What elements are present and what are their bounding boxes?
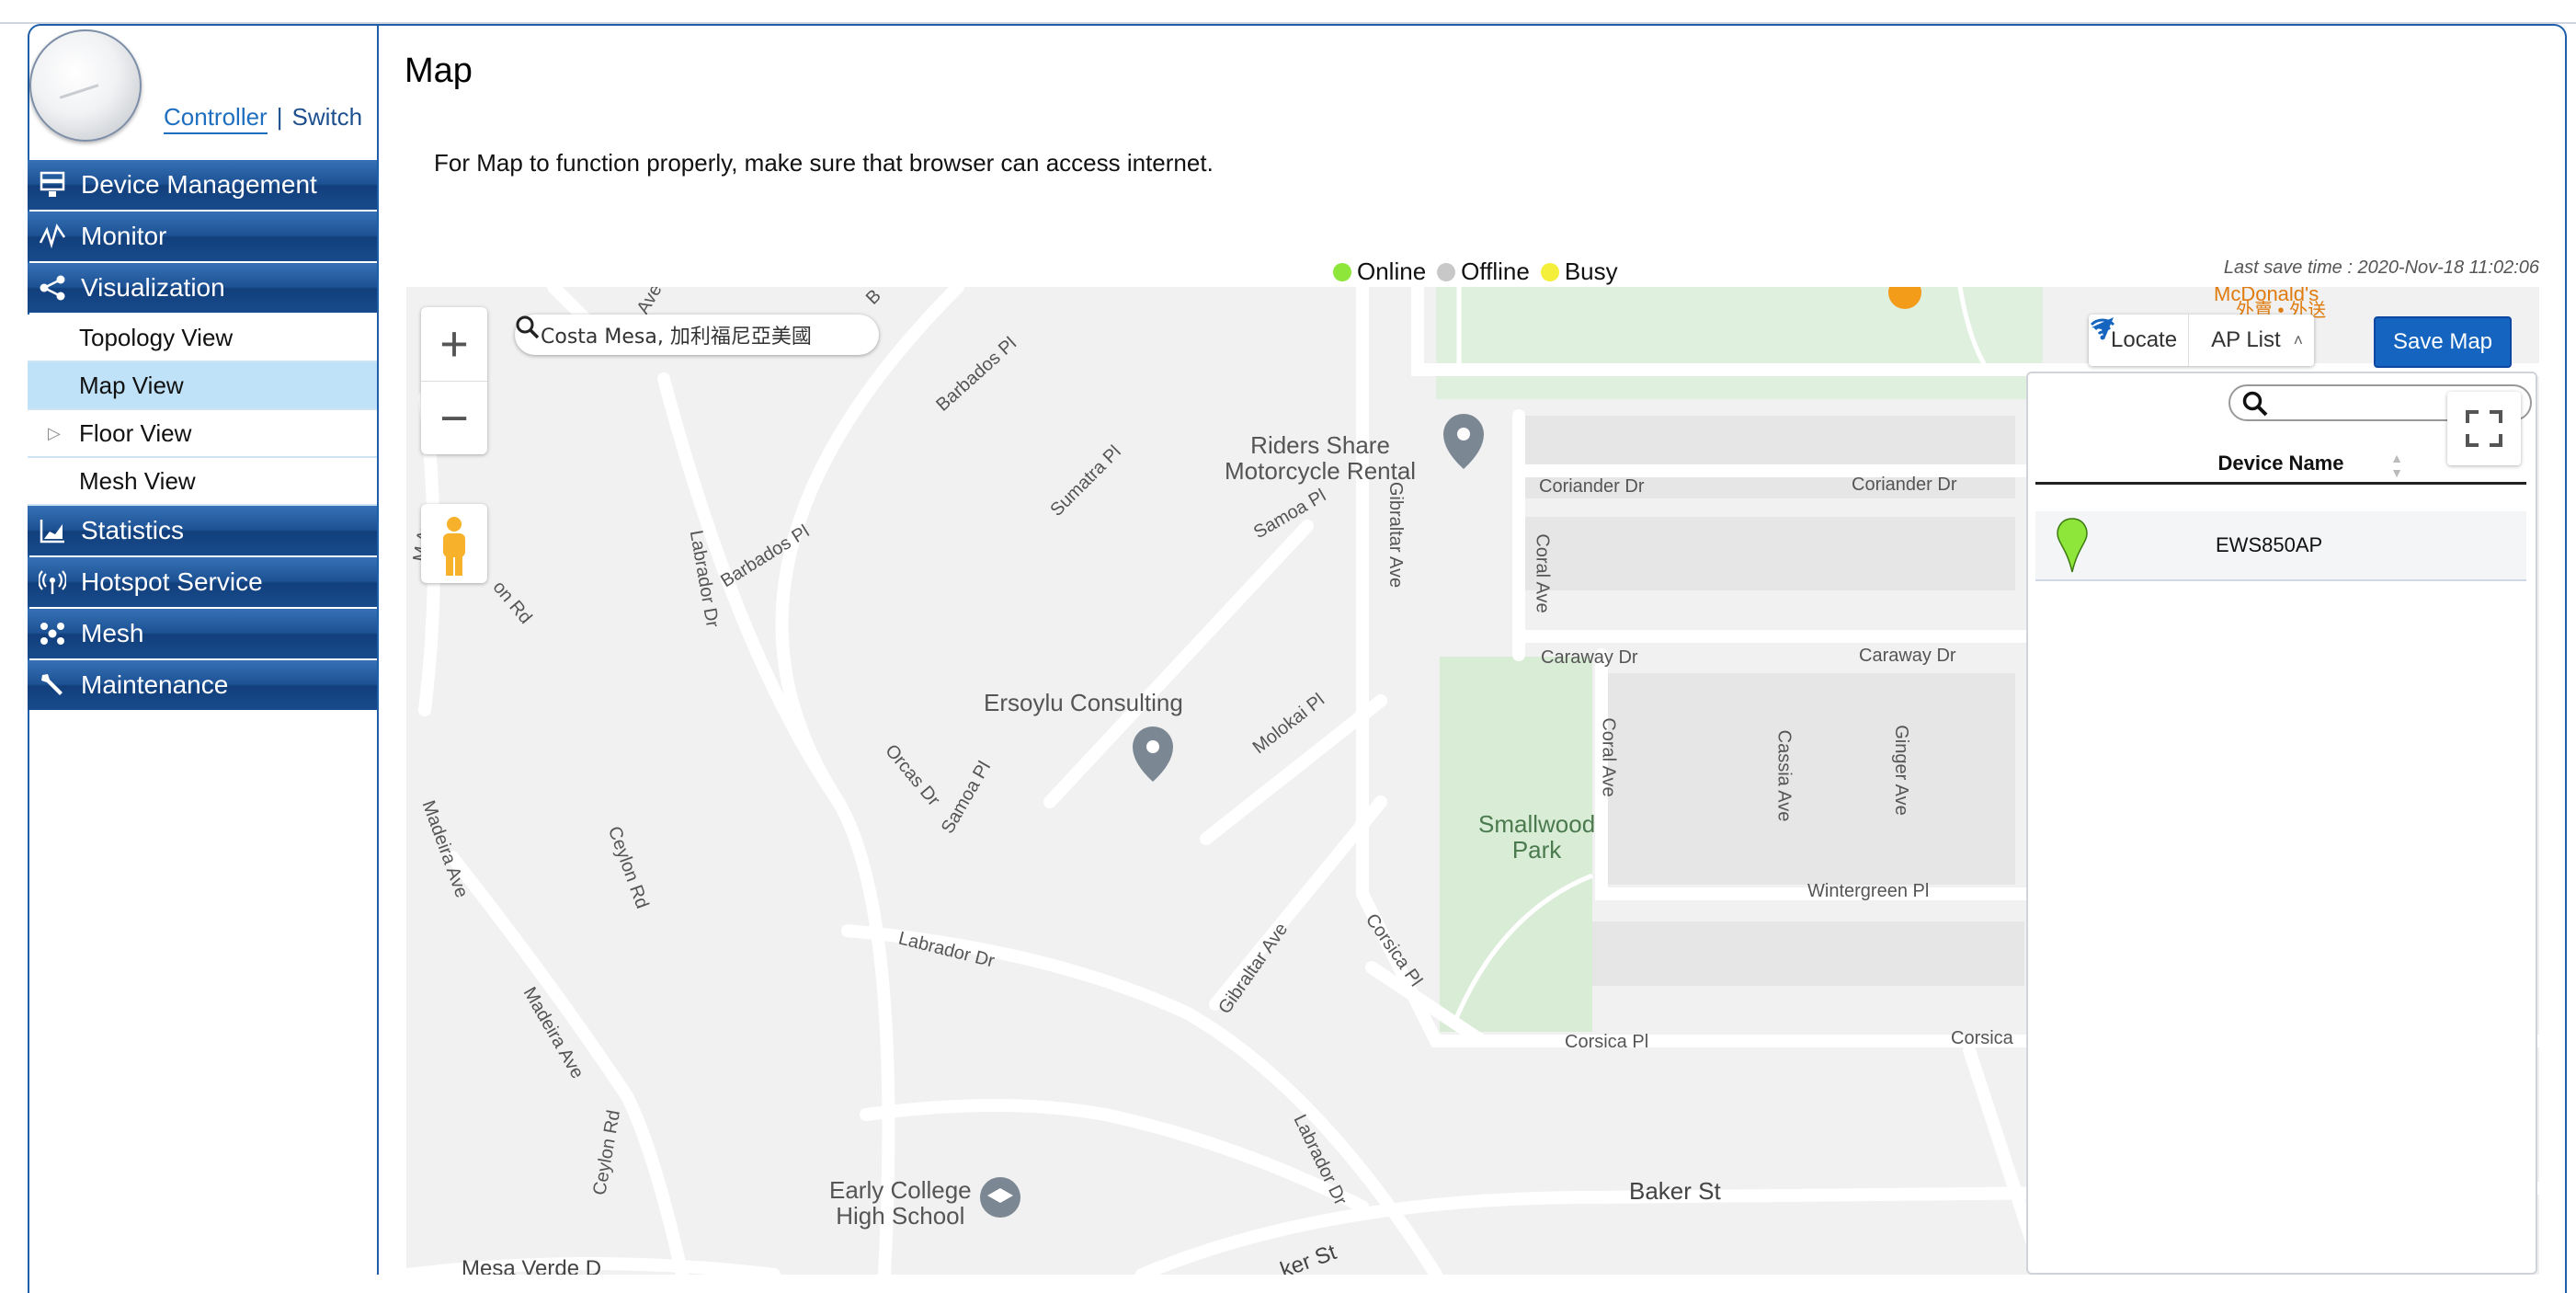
online-dot-icon: [1333, 262, 1351, 281]
nav-label: Statistics: [81, 516, 185, 544]
save-map-button[interactable]: Save Map: [2374, 316, 2512, 368]
legend-online: Online: [1357, 257, 1427, 285]
sub-item-label: Mesh View: [79, 466, 196, 495]
expand-triangle-icon[interactable]: ▷: [48, 424, 61, 443]
nav-label: Monitor: [81, 222, 167, 250]
street-label: Corsica: [1951, 1028, 2013, 1048]
zoom-in-button[interactable]: +: [421, 307, 487, 382]
ap-list-button[interactable]: AP List ˄: [2090, 315, 2314, 366]
street-label: Coriander Dr: [1539, 476, 1645, 497]
sub-item-map-view[interactable]: Map View: [28, 362, 377, 410]
zoom-out-button[interactable]: −: [421, 382, 487, 455]
device-management-icon: [37, 169, 68, 200]
nav-label: Visualization: [81, 273, 225, 302]
sub-item-topology-view[interactable]: Topology View: [28, 315, 377, 362]
street-label: Caraway Dr: [1859, 646, 1956, 666]
status-legend: Online Offline Busy: [1329, 257, 1618, 286]
sub-item-mesh-view[interactable]: Mesh View: [28, 458, 377, 506]
ap-name: EWS850AP: [2216, 533, 2323, 556]
sub-item-label: Map View: [79, 371, 184, 399]
street-label: Ginger Ave: [1890, 725, 1911, 816]
switch-link[interactable]: Switch: [291, 103, 362, 131]
mesh-icon: [37, 618, 68, 649]
internet-notice: For Map to function properly, make sure …: [434, 149, 1214, 177]
street-label: Mesa Verde D: [462, 1256, 602, 1275]
map-canvas[interactable]: Riders Share Motorcycle Rental Ersoylu C…: [406, 287, 2539, 1275]
monitor-icon: [37, 221, 68, 252]
mode-switch: Controller | Switch: [164, 103, 362, 134]
street-label: Wintergreen Pl: [1807, 881, 1930, 901]
column-header-label: Device Name: [2217, 452, 2344, 475]
street-label: Baker St: [1629, 1177, 1721, 1205]
device-name-column-header[interactable]: Device Name ▲ ▼: [2035, 445, 2526, 485]
sidebar: Controller | Switch Device Management Moni…: [28, 24, 379, 1275]
ap-list-label: AP List: [2211, 327, 2281, 352]
nav-visualization[interactable]: Visualization: [28, 263, 377, 313]
nav-monitor[interactable]: Monitor: [28, 212, 377, 261]
device-avatar: [29, 29, 142, 142]
street-label: Caraway Dr: [1541, 647, 1638, 668]
hotspot-icon: [37, 566, 68, 598]
mode-separator: |: [276, 103, 283, 131]
busy-dot-icon: [1540, 262, 1559, 281]
last-save-time: Last save time : 2020-Nov-18 11:02:06: [2223, 257, 2539, 278]
street-label: Coriander Dr: [1852, 475, 1957, 495]
nav-label: Device Management: [81, 170, 317, 199]
poi-early-college: Early College High School: [829, 1176, 972, 1230]
page-title: Map: [405, 51, 473, 90]
sub-item-label: Topology View: [79, 323, 234, 351]
zoom-controls: + −: [421, 307, 487, 454]
pegman-icon[interactable]: [421, 504, 487, 583]
street-label: Gibraltar Ave: [1385, 481, 1407, 589]
map-toolbar: Locate AP List ˄: [2089, 315, 2315, 366]
poi-riders-share: Riders Share Motorcycle Rental: [1225, 431, 1417, 485]
street-label: Cassia Ave: [1773, 729, 1795, 822]
nav-label: Hotspot Service: [81, 567, 263, 596]
wrench-icon: [37, 669, 68, 701]
street-label: Coral Ave: [1532, 533, 1553, 613]
nav-label: Mesh: [81, 619, 144, 647]
nav-menu: Device Management Monitor Visualization …: [28, 160, 377, 712]
statistics-icon: [37, 515, 68, 546]
map-search-input[interactable]: [539, 322, 837, 348]
ap-list-panel: Device Name ▲ ▼ EWS850AP: [2026, 372, 2537, 1275]
map-search-box: [515, 315, 879, 355]
nav-hotspot-service[interactable]: Hotspot Service: [28, 557, 377, 607]
controller-link[interactable]: Controller: [164, 103, 268, 134]
street-label: Coral Ave: [1598, 717, 1619, 797]
nav-device-management[interactable]: Device Management: [28, 160, 377, 210]
nav-statistics[interactable]: Statistics: [28, 506, 377, 555]
nav-maintenance[interactable]: Maintenance: [28, 660, 377, 710]
legend-offline: Offline: [1461, 257, 1530, 285]
offline-dot-icon: [1437, 262, 1456, 281]
sort-icon[interactable]: ▲ ▼: [2390, 445, 2403, 480]
nav-label: Maintenance: [81, 670, 229, 699]
nav-mesh[interactable]: Mesh: [28, 609, 377, 658]
street-label: Corsica Pl: [1565, 1032, 1649, 1052]
poi-smallwood-park: Smallwood Park: [1478, 810, 1596, 864]
locate-label: Locate: [2111, 327, 2178, 352]
sub-item-label: Floor View: [79, 418, 192, 447]
sub-item-floor-view[interactable]: ▷ Floor View: [28, 410, 377, 458]
legend-busy: Busy: [1564, 257, 1618, 285]
ap-row[interactable]: EWS850AP: [2035, 511, 2526, 581]
poi-ersoylu-consulting: Ersoylu Consulting: [984, 689, 1183, 716]
top-bar: [0, 0, 2576, 24]
chevron-up-icon: ˄: [2293, 330, 2304, 349]
share-icon: [37, 272, 68, 303]
